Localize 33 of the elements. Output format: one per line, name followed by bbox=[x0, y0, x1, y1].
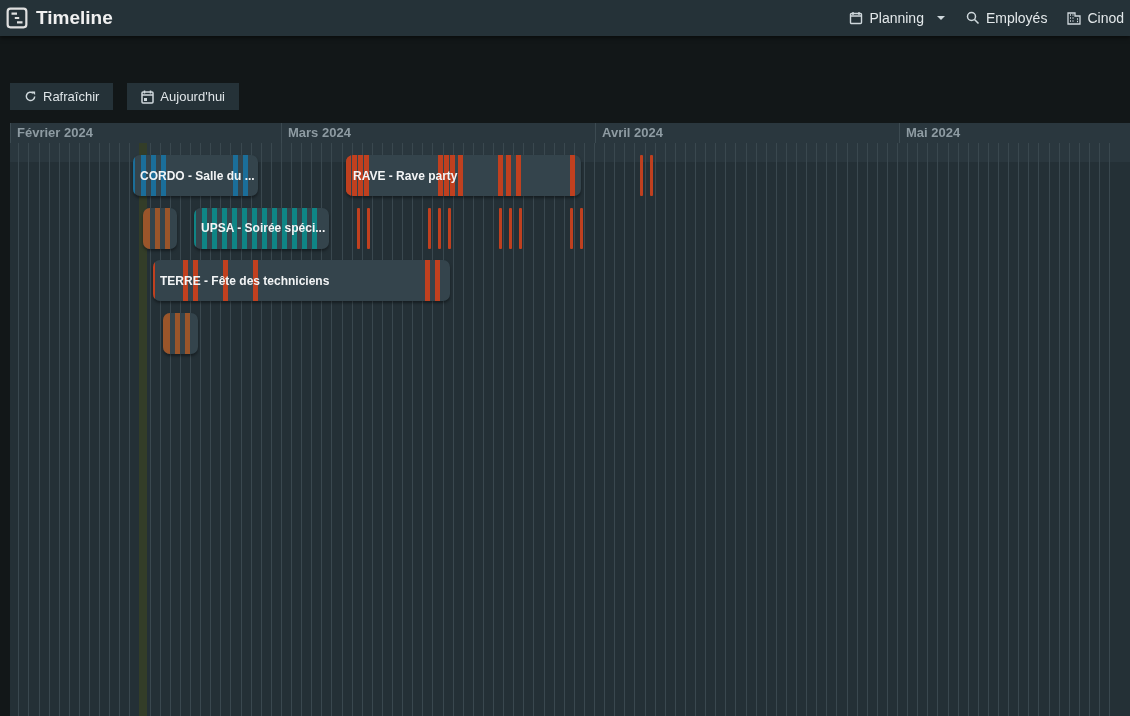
calendar-icon bbox=[141, 89, 155, 104]
month-label: Mars 2024 bbox=[288, 125, 351, 140]
caret-icon bbox=[935, 15, 946, 21]
search-icon bbox=[965, 11, 980, 25]
month-label: Février 2024 bbox=[17, 125, 93, 140]
event-bar[interactable]: CORDO - Salle du ... bbox=[133, 155, 258, 196]
app-title: Timeline bbox=[36, 7, 113, 29]
timeline-logo-icon bbox=[6, 7, 28, 29]
event-mark[interactable] bbox=[640, 155, 643, 196]
event-mark[interactable] bbox=[367, 207, 370, 249]
event-mark[interactable] bbox=[650, 155, 653, 196]
event-mark[interactable] bbox=[580, 207, 583, 249]
today-button[interactable]: Aujourd'hui bbox=[127, 83, 239, 110]
calendar-icon bbox=[849, 11, 864, 25]
month-label: Avril 2024 bbox=[602, 125, 663, 140]
nav-button[interactable]: Employés bbox=[965, 10, 1048, 26]
month-label: Mai 2024 bbox=[906, 125, 961, 140]
event-mark[interactable] bbox=[428, 207, 431, 249]
event-mark[interactable] bbox=[519, 207, 522, 249]
event-bar[interactable] bbox=[143, 207, 177, 249]
event-bar[interactable] bbox=[163, 312, 198, 354]
event-mark[interactable] bbox=[357, 207, 360, 249]
planning-menu-button[interactable]: Planning bbox=[849, 10, 946, 26]
event-mark[interactable] bbox=[438, 207, 441, 249]
event-mark[interactable] bbox=[509, 207, 512, 249]
building-icon bbox=[1067, 11, 1082, 25]
event-bar[interactable]: UPSA - Soirée spéci... bbox=[194, 207, 329, 249]
event-mark[interactable] bbox=[448, 207, 451, 249]
refresh-icon bbox=[24, 90, 37, 103]
refresh-button[interactable]: Rafraîchir bbox=[10, 83, 114, 110]
event-mark[interactable] bbox=[499, 207, 502, 249]
event-mark[interactable] bbox=[570, 207, 573, 249]
nav-button[interactable]: Cinod bbox=[1067, 10, 1124, 26]
